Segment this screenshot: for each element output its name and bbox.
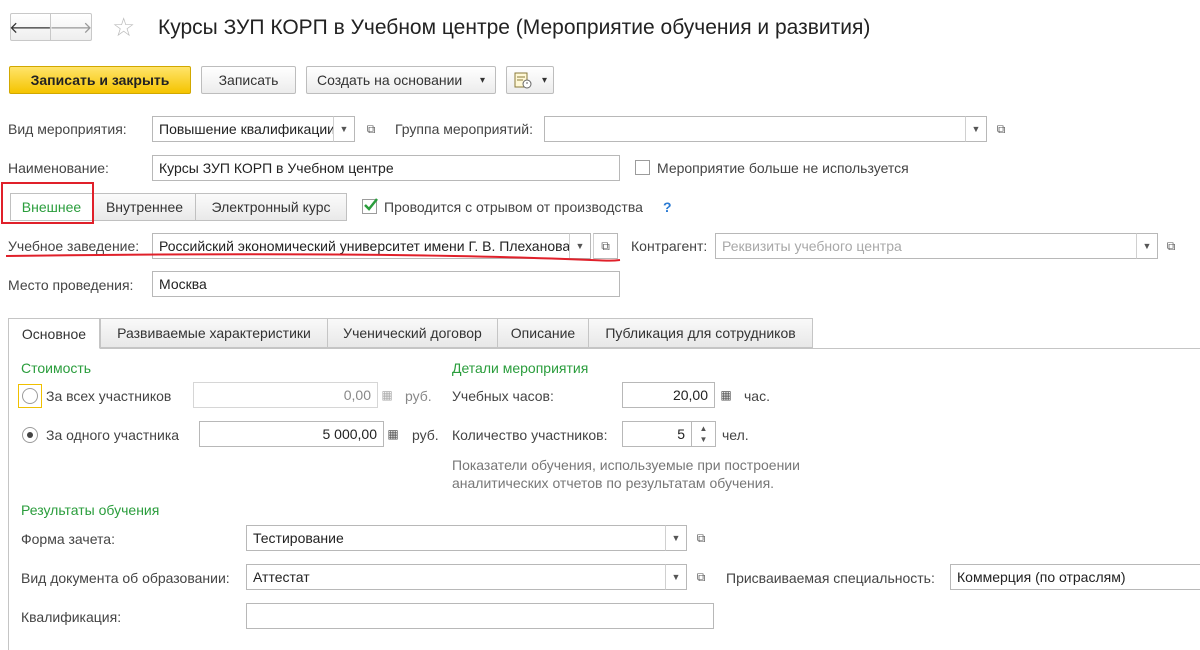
off-job-label: Проводится с отрывом от производства [384,199,643,215]
specialty-field[interactable]: Коммерция (по отраслям) [950,564,1200,590]
exam-form-label: Форма зачета: [21,531,115,547]
hours-unit: час. [744,388,770,404]
annotation-highlight-box [1,182,94,224]
create-based-on-label: Создать на основании [317,72,463,88]
not-used-label: Мероприятие больше не используется [657,160,909,176]
counterparty-placeholder: Реквизиты учебного центра [722,238,902,254]
hours-field[interactable]: 20,00 [622,382,715,408]
details-header: Детали мероприятия [452,360,589,376]
counterparty-label: Контрагент: [631,238,708,254]
checkmark-icon [364,198,378,211]
name-label: Наименование: [8,160,109,176]
stepper-up-icon[interactable]: ▲ [700,423,708,434]
window-title: Курсы ЗУП КОРП в Учебном центре (Меропри… [158,16,871,39]
calculator-icon[interactable]: ▦ [377,382,397,408]
open-form-icon[interactable]: ⧉ [690,564,712,590]
forward-arrow-icon[interactable]: 🡒 [50,14,93,40]
tab-student-contract[interactable]: Ученический договор [327,318,498,348]
chevron-down-icon: ▾ [541,74,547,86]
cost-all-radio[interactable] [22,388,38,404]
participants-unit: чел. [722,427,749,443]
participants-stepper[interactable]: ▲ ▼ [692,421,716,447]
exam-form-dropdown[interactable]: ▼ [665,525,687,551]
kind-tab-elearning[interactable]: Электронный курс [195,193,347,221]
annotation-underline [5,253,621,262]
event-type-dropdown[interactable]: ▼ [333,116,355,142]
open-form-icon[interactable]: ⧉ [690,525,712,551]
name-field[interactable]: Курсы ЗУП КОРП в Учебном центре [152,155,620,181]
cost-one-label: За одного участника [46,427,180,443]
triangle-down-icon: ▼ [671,572,681,582]
not-used-checkbox[interactable] [635,160,650,175]
triangle-down-icon: ▼ [575,241,585,251]
event-group-label: Группа мероприятий: [395,121,533,137]
results-header: Результаты обучения [21,502,160,518]
print-document-icon [514,72,532,89]
edu-doc-label: Вид документа об образовании: [21,570,230,586]
cost-one-radio[interactable] [22,427,38,443]
save-and-close-button[interactable]: Записать и закрыть [9,66,191,94]
event-group-field[interactable] [544,116,966,142]
open-form-icon[interactable]: ⧉ [360,116,382,142]
favorite-star-icon[interactable]: ☆ [112,12,135,42]
tab-publication[interactable]: Публикация для сотрудников [588,318,813,348]
calculator-icon[interactable]: ▦ [383,421,403,447]
tab-strip-line [8,348,1200,349]
tab-main[interactable]: Основное [8,318,100,349]
cost-all-field[interactable]: 0,00 [193,382,378,408]
open-form-icon[interactable]: ⧉ [1160,233,1182,259]
triangle-down-icon: ▼ [339,124,349,134]
qualification-label: Квалификация: [21,609,122,625]
specialty-label: Присваиваемая специальность: [726,570,935,586]
triangle-down-icon: ▼ [971,124,981,134]
edu-doc-dropdown[interactable]: ▼ [665,564,687,590]
chevron-down-icon: ▾ [479,74,485,86]
kind-tab-internal[interactable]: Внутреннее [93,193,196,221]
event-group-dropdown[interactable]: ▼ [965,116,987,142]
tab-characteristics[interactable]: Развиваемые характеристики [100,318,328,348]
stepper-down-icon[interactable]: ▼ [700,434,708,445]
calculator-icon[interactable]: ▦ [716,382,736,408]
cost-one-field[interactable]: 5 000,00 [199,421,384,447]
participants-label: Количество участников: [452,427,608,443]
counterparty-dropdown[interactable]: ▼ [1136,233,1158,259]
cost-all-label: За всех участников [46,388,172,404]
event-type-label: Вид мероприятия: [8,121,127,137]
cost-one-unit: руб. [412,427,439,443]
hours-label: Учебных часов: [452,388,554,404]
triangle-down-icon: ▼ [1142,241,1152,251]
print-menu-button[interactable]: ▾ [506,66,554,94]
edu-doc-field[interactable]: Аттестат [246,564,666,590]
cost-all-unit: руб. [405,388,432,404]
place-label: Место проведения: [8,277,134,293]
event-type-field[interactable]: Повышение квалификации [152,116,334,142]
counterparty-field[interactable]: Реквизиты учебного центра [715,233,1137,259]
exam-form-field[interactable]: Тестирование [246,525,666,551]
nav-group: 🡐 🡒 [9,13,93,41]
place-field[interactable]: Москва [152,271,620,297]
create-based-on-button[interactable]: Создать на основании ▾ [306,66,496,94]
participants-field[interactable]: 5 [622,421,692,447]
save-button[interactable]: Записать [201,66,296,94]
help-icon[interactable]: ? [663,199,672,215]
cost-header: Стоимость [21,360,92,376]
qualification-field[interactable] [246,603,714,629]
details-note-line2: аналитических отчетов по результатам обу… [452,475,775,491]
tab-description[interactable]: Описание [497,318,589,348]
tab-panel-border-left [8,348,9,650]
open-form-icon[interactable]: ⧉ [990,116,1012,142]
details-note-line1: Показатели обучения, используемые при по… [452,457,800,473]
back-arrow-icon[interactable]: 🡐 [9,14,52,40]
triangle-down-icon: ▼ [671,533,681,543]
